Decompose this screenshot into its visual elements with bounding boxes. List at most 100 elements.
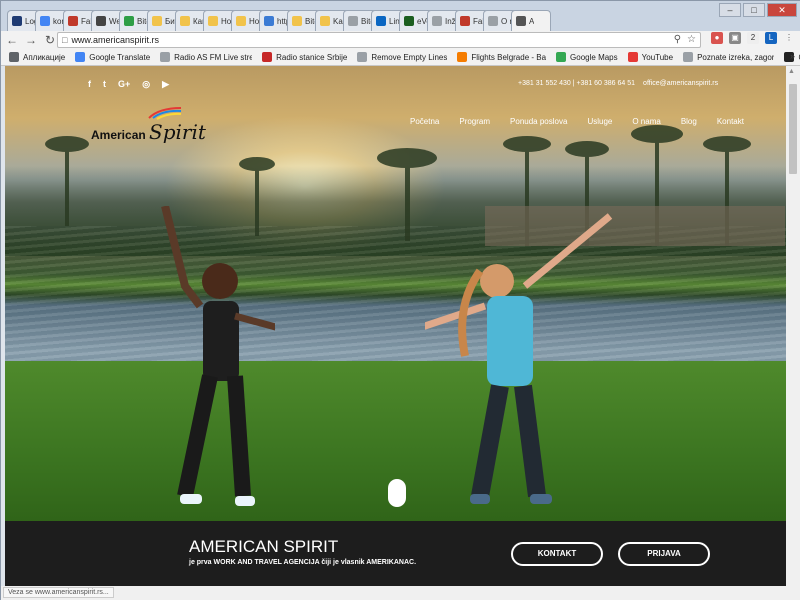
bookmark-label: Google Maps xyxy=(570,52,618,62)
more-bookmarks-icon[interactable]: » xyxy=(790,51,795,61)
page-icon xyxy=(488,16,498,26)
url-text: www.americanspirit.rs xyxy=(71,35,159,45)
back-icon[interactable]: ← xyxy=(4,32,20,48)
address-bar[interactable]: □ www.americanspirit.rs ⚲ ☆ xyxy=(57,32,701,48)
bookmark-label: YouTube xyxy=(641,52,674,62)
search-icon[interactable]: ⚲ xyxy=(674,34,681,45)
page-icon xyxy=(357,52,368,62)
close-button[interactable]: ✕ xyxy=(767,3,797,17)
page-icon xyxy=(683,52,694,62)
reload-icon[interactable]: ↻ xyxy=(42,32,58,48)
horizontal-scrollbar[interactable] xyxy=(1,586,800,600)
tab-label: A xyxy=(529,16,535,26)
bookmark-item[interactable]: Remove Empty Lines xyxy=(357,52,447,62)
email-link[interactable]: office@americanspirit.rs xyxy=(643,80,718,87)
contact-info: +381 31 552 430 | +381 60 386 64 51 offi… xyxy=(518,80,718,87)
forward-icon[interactable]: → xyxy=(23,32,39,48)
woman-right-figure xyxy=(425,213,613,504)
enjin-icon xyxy=(12,16,22,26)
logo-text-american: American xyxy=(91,128,146,142)
folder-icon xyxy=(180,16,190,26)
social-links: f t G+ ◎ ▶ xyxy=(88,79,169,90)
page-icon xyxy=(432,16,442,26)
browser-toolbar: ← → ↻ □ www.americanspirit.rs ⚲ ☆ ● ▣ 2 … xyxy=(1,31,800,49)
nav-link[interactable]: O nama xyxy=(632,117,660,126)
hero-caption-band: AMERICAN SPIRIT je prva WORK AND TRAVEL … xyxy=(5,521,786,586)
scrollbar-thumb[interactable] xyxy=(789,84,797,174)
facebook-icon[interactable]: f xyxy=(88,79,91,90)
browser-tab[interactable]: A xyxy=(511,10,551,31)
bookmark-item[interactable]: Google Translate xyxy=(75,52,150,62)
nav-link[interactable]: Ponuda poslova xyxy=(510,117,567,126)
browser-window: LogikoniFabrWeBitcoБитаКакоHowHowhttpBit… xyxy=(0,0,800,600)
folder-icon xyxy=(152,16,162,26)
evo-icon xyxy=(404,16,414,26)
nav-link[interactable]: Početna xyxy=(410,117,439,126)
scroll-down-indicator[interactable] xyxy=(388,479,406,507)
bookmark-label: Radio AS FM Live stre xyxy=(174,52,253,62)
apply-button[interactable]: PRIJAVA xyxy=(618,542,710,566)
phone-numbers[interactable]: +381 31 552 430 | +381 60 386 64 51 xyxy=(518,80,635,87)
bookmark-item[interactable]: Poznate izreka, zagor xyxy=(683,52,774,62)
twitter-icon[interactable]: t xyxy=(103,79,106,90)
bookmark-label: Poznate izreka, zagor xyxy=(697,52,775,62)
bookmark-label: Flights Belgrade - Ba xyxy=(471,52,547,62)
minimize-button[interactable]: – xyxy=(719,3,741,17)
extensions-area: ● ▣ 2 L ⋮ xyxy=(711,32,795,44)
band-title: AMERICAN SPIRIT xyxy=(189,537,339,556)
maximize-button[interactable]: □ xyxy=(743,3,765,17)
menu-icon[interactable]: ⋮ xyxy=(783,32,795,44)
site-logo[interactable]: American Spirit xyxy=(91,106,221,156)
google-plus-icon[interactable]: G+ xyxy=(118,79,130,90)
translate-icon xyxy=(75,52,86,62)
bookmark-star-icon[interactable]: ☆ xyxy=(687,34,696,45)
google-icon xyxy=(40,16,50,26)
flights-icon xyxy=(457,52,468,62)
folder-icon xyxy=(320,16,330,26)
nav-link[interactable]: Program xyxy=(459,117,490,126)
site-header: f t G+ ◎ ▶ +381 31 552 430 | +381 60 386 64 … xyxy=(5,66,786,148)
tab-list: LogikoniFabrWeBitcoБитаКакоHowHowhttpBit… xyxy=(7,10,551,31)
bookmark-item[interactable]: Апликације xyxy=(9,52,65,62)
nav-link[interactable]: Usluge xyxy=(587,117,612,126)
wm-icon xyxy=(96,16,106,26)
status-bar: Veza se www.americanspirit.rs... xyxy=(3,587,114,598)
youtube-icon xyxy=(627,52,638,62)
american-spirit-icon xyxy=(516,16,526,26)
scroll-up-icon[interactable]: ▲ xyxy=(788,68,795,75)
maps-icon xyxy=(556,52,567,62)
logo-feather-icon xyxy=(148,107,182,120)
page-info-icon[interactable]: □ xyxy=(62,35,67,45)
page-icon xyxy=(160,52,171,62)
apps-icon xyxy=(9,52,19,62)
loading-icon xyxy=(264,16,274,26)
bookmark-item[interactable]: Radio stanice Srbije xyxy=(262,52,347,62)
bookmark-item[interactable]: YouTube xyxy=(627,52,674,62)
folder-icon xyxy=(236,16,246,26)
fabricius-icon xyxy=(68,16,78,26)
nav-link[interactable]: Kontakt xyxy=(717,117,744,126)
folder-icon xyxy=(208,16,218,26)
bookmark-label: Апликације xyxy=(23,52,66,62)
vertical-scrollbar[interactable]: ▲ xyxy=(786,66,800,586)
main-navigation: Početna Program Ponuda poslova Usluge O nama… xyxy=(410,117,744,126)
youtube-icon[interactable]: ▶ xyxy=(162,79,169,90)
kiwi-icon xyxy=(124,16,134,26)
contact-button[interactable]: KONTAKT xyxy=(511,542,603,566)
bookmark-item[interactable]: Radio AS FM Live stre xyxy=(160,52,252,62)
linkedin-icon xyxy=(376,16,386,26)
tab-strip: LogikoniFabrWeBitcoБитаКакоHowHowhttpBit… xyxy=(1,1,800,31)
camera-extension-icon[interactable]: ▣ xyxy=(729,32,741,44)
nav-link[interactable]: Blog xyxy=(681,117,697,126)
window-controls: – □ ✕ xyxy=(719,3,797,17)
extension-icon[interactable]: L xyxy=(765,32,777,44)
logo-text-spirit: Spirit xyxy=(149,120,206,144)
extension-icon[interactable]: 2 xyxy=(747,32,759,44)
bookmark-item[interactable]: Google Maps xyxy=(556,52,618,62)
instagram-icon[interactable]: ◎ xyxy=(142,79,150,90)
bookmarks-bar: Апликације Google Translate Radio AS FM Li… xyxy=(1,49,800,66)
omnibox-actions: ⚲ ☆ xyxy=(674,34,696,45)
bookmark-item[interactable]: Flights Belgrade - Ba xyxy=(457,52,546,62)
band-subtitle: je prva WORK AND TRAVEL AGENCIJA čiji je… xyxy=(189,559,417,566)
extension-icon[interactable]: ● xyxy=(711,32,723,44)
